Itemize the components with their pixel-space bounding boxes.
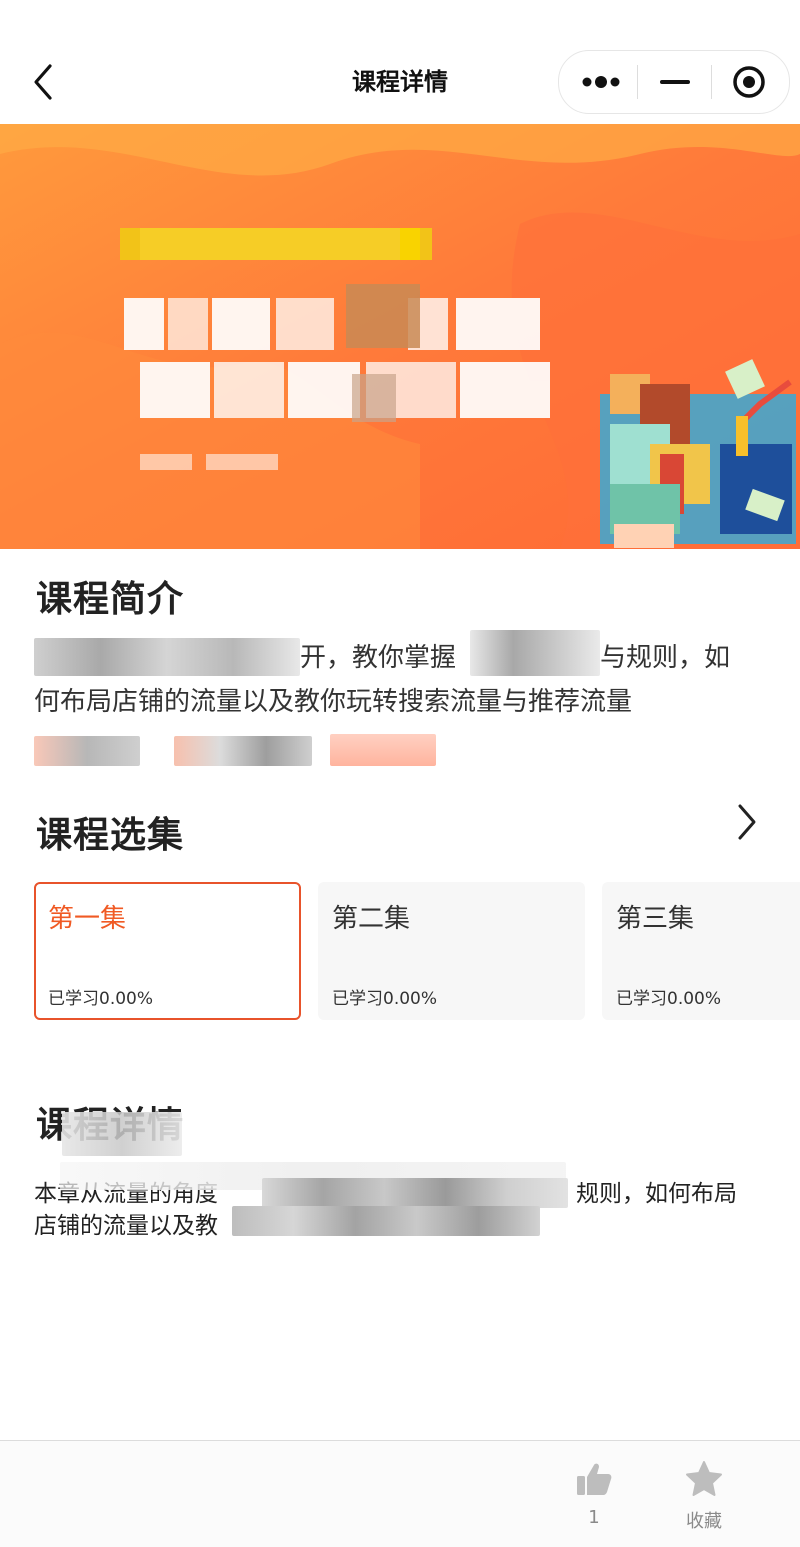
redacted-text-block [232, 1206, 540, 1236]
minimize-icon [660, 80, 690, 84]
intro-text-fragment: 与规则，如 [600, 643, 731, 673]
more-dots-icon [582, 76, 620, 88]
redacted-text-block [62, 1112, 182, 1156]
episode-card[interactable]: 第一集 已学习0.00% [34, 882, 301, 1020]
bottom-action-bar: 1 收藏 [0, 1440, 800, 1547]
redacted-tag [330, 734, 436, 766]
redacted-text-block [470, 630, 600, 676]
episode-list: 第一集 已学习0.00% 第二集 已学习0.00% 第三集 已学习0.00% [34, 882, 800, 1022]
episode-card[interactable]: 第二集 已学习0.00% [318, 882, 585, 1020]
episodes-heading: 课程选集 [36, 815, 185, 856]
course-banner-image [0, 124, 800, 549]
redacted-text-block [262, 1178, 568, 1208]
detail-text-fragment: 店铺的流量以及教 [34, 1213, 218, 1239]
redacted-tag [34, 736, 140, 766]
minimize-button[interactable] [637, 51, 713, 113]
intro-text-line: 何布局店铺的流量以及教你玩转搜索流量与推荐流量 [34, 687, 633, 717]
episode-card[interactable]: 第三集 已学习0.00% [602, 882, 800, 1020]
episode-name: 第二集 [332, 904, 411, 934]
episode-progress: 已学习0.00% [48, 989, 154, 1009]
navigation-bar: 课程详情 [0, 0, 800, 124]
episode-name: 第一集 [48, 904, 127, 934]
chevron-right-icon [738, 804, 756, 840]
detail-text-fragment: 规则，如何布局 [576, 1181, 737, 1207]
redacted-text-block [34, 638, 300, 676]
star-icon [686, 1461, 722, 1496]
favorite-label: 收藏 [686, 1511, 722, 1532]
thumbs-up-icon [577, 1463, 612, 1495]
close-button[interactable] [711, 51, 787, 113]
mini-program-capsule [558, 50, 790, 114]
redacted-tag [174, 736, 312, 766]
episode-progress: 已学习0.00% [332, 989, 438, 1009]
episode-progress: 已学习0.00% [616, 989, 722, 1009]
more-button[interactable] [563, 51, 639, 113]
intro-text-fragment: 开，教你掌握 [300, 643, 457, 673]
like-button[interactable]: 1 [554, 1459, 634, 1528]
episode-name: 第三集 [616, 904, 695, 934]
intro-heading: 课程简介 [36, 579, 185, 620]
episodes-more-button[interactable] [730, 800, 766, 844]
favorite-button[interactable]: 收藏 [664, 1459, 744, 1533]
target-circle-icon [733, 66, 765, 98]
like-count: 1 [588, 1507, 600, 1528]
